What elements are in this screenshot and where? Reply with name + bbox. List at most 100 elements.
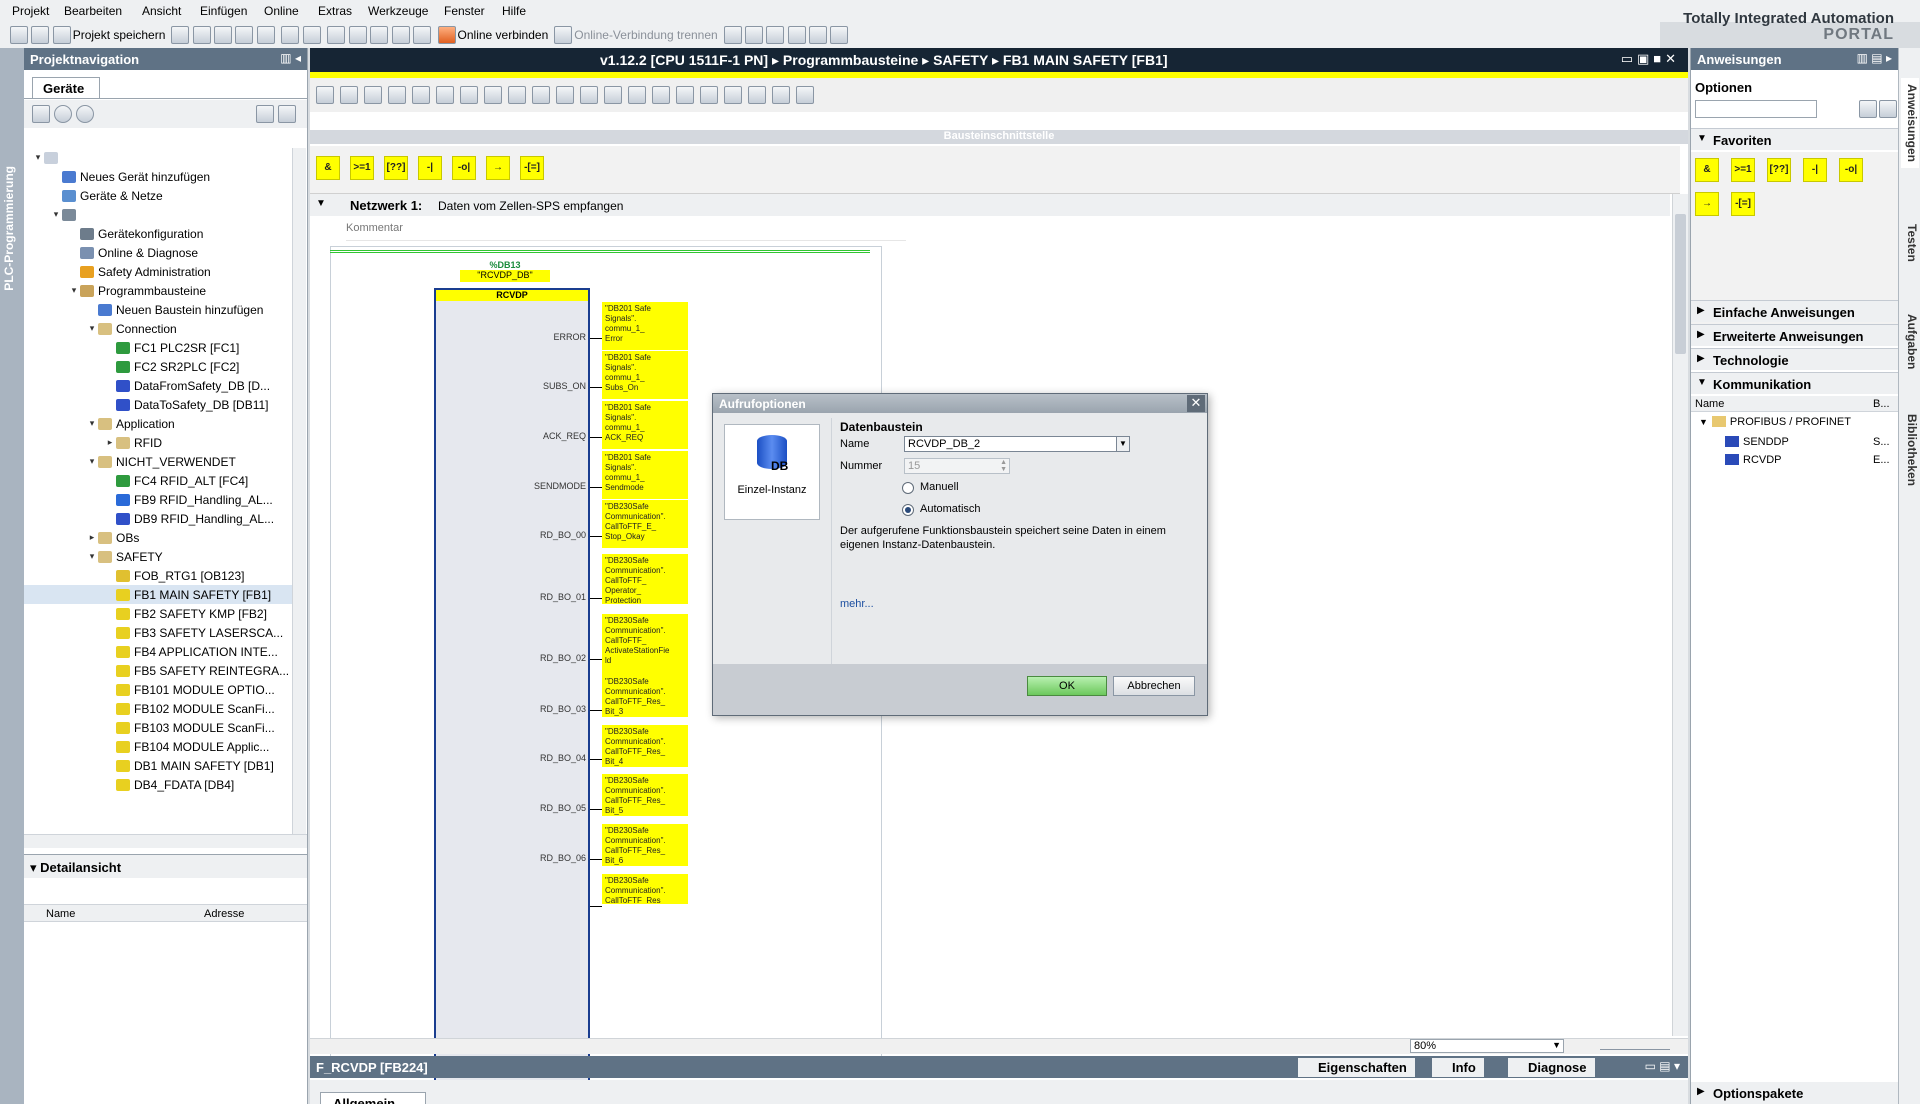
add-row-icon[interactable] [388,86,406,104]
tree-item[interactable]: DB4_FDATA [DB4] [24,775,294,794]
output-operand[interactable]: "DB230Safe Communication". CallToFTF_Res… [602,725,688,767]
network-comments-icon[interactable] [532,86,550,104]
tab-testing[interactable]: Testen [1901,218,1919,268]
section-communication[interactable]: ▼ Kommunikation [1691,372,1898,394]
tab-general[interactable]: Allgemein [320,1092,426,1104]
go-online-button[interactable]: Online verbinden [437,24,548,46]
network-collapse-icon[interactable]: ▼ [316,198,326,209]
tree-item[interactable]: DB1 MAIN SAFETY [DB1] [24,756,294,775]
insert-network-icon[interactable] [316,86,334,104]
chevron-down-icon[interactable]: ▼ [1116,436,1130,452]
tree-item[interactable]: Online & Diagnose [24,243,294,262]
accessible-devices-icon[interactable] [723,26,742,44]
section-basic[interactable]: ▶ Einfache Anweisungen [1691,300,1898,322]
breadcrumb-blocks[interactable]: Programmbausteine [783,52,918,68]
tree-item[interactable]: FB5 SAFETY REINTEGRA... [24,661,294,680]
tree-item[interactable]: Gerätekonfiguration [24,224,294,243]
favorite-instruction-button[interactable]: -o| [1839,158,1863,182]
radio-automatic[interactable] [902,504,914,516]
compile-icon[interactable] [327,26,346,44]
number-stepper-icon[interactable]: ▲ ▼ [1000,459,1007,473]
instructions-controls[interactable]: ▥ ▤ ▸ [1857,51,1892,65]
insert-row-icon[interactable] [364,86,382,104]
tree-item[interactable]: FB2 SAFETY KMP [FB2] [24,604,294,623]
tab-diagnostics[interactable]: Diagnose [1508,1058,1595,1077]
network-comment[interactable]: Kommentar [346,222,403,234]
cut-icon[interactable] [192,26,211,44]
save-project-button[interactable]: Projekt speichern [52,24,165,46]
go-to-error-icon[interactable] [580,86,598,104]
radio-manual[interactable] [902,482,914,494]
tree-toggle-icon[interactable]: ▾ [86,323,98,334]
section-extended[interactable]: ▶ Erweiterte Anweisungen [1691,324,1898,346]
favorite-instruction-button[interactable]: -| [418,156,442,180]
favorite-instruction-button[interactable]: [??] [384,156,408,180]
overview-icon[interactable] [256,105,274,123]
delete-icon[interactable] [256,26,275,44]
tree-toggle-icon[interactable]: ▾ [50,209,62,220]
favorite-instruction-button[interactable]: [??] [1767,158,1791,182]
tree-item[interactable]: FOB_RTG1 [OB123] [24,566,294,585]
options-search-input[interactable] [1695,100,1817,118]
favorite-instruction-button[interactable]: -[=] [520,156,544,180]
favorite-instruction-button[interactable]: -| [1803,158,1827,182]
previous-error-icon[interactable] [604,86,622,104]
tab-properties[interactable]: Eigenschaften [1298,1058,1415,1077]
split-vertical-icon[interactable] [830,26,849,44]
tree-item[interactable]: FB3 SAFETY LASERSCA... [24,623,294,642]
detail-col-name[interactable]: Name [46,908,75,920]
output-operand[interactable]: "DB230Safe Communication". CallToFTF_Res… [602,675,688,717]
undo-icon[interactable] [281,26,300,44]
menu-bearbeiten[interactable]: Bearbeiten [64,4,122,18]
simulation-icon[interactable] [391,26,410,44]
more-link[interactable]: mehr... [840,598,874,610]
paste-icon[interactable] [235,26,254,44]
collapse-networks-icon[interactable] [484,86,502,104]
detail-col-address[interactable]: Adresse [204,908,244,920]
breadcrumb-fb1[interactable]: FB1 MAIN SAFETY [FB1] [1003,52,1168,68]
tab-info[interactable]: Info [1432,1058,1484,1077]
detail-view-header[interactable]: ▾ Detailansicht [24,854,307,878]
output-operand[interactable]: "DB230Safe Communication". CallToFTF_Res… [602,774,688,816]
zoom-slider[interactable] [1600,1042,1670,1050]
tree-item[interactable]: ▾ Connection [24,319,294,338]
menu-projekt[interactable]: Projekt [12,4,49,18]
output-operand[interactable]: "DB201 Safe Signals". commu_1_ Sendmode [602,451,688,499]
network-title[interactable]: Daten vom Zellen-SPS empfangen [438,199,623,213]
tree-item[interactable]: ▾ SAFETY [24,547,294,566]
favorite-instruction-button[interactable]: -[=] [1731,192,1755,216]
tree-item[interactable]: ▸ OBs [24,528,294,547]
favorites-icon[interactable] [436,86,454,104]
favorite-instruction-button[interactable]: >=1 [1731,158,1755,182]
breakpoint-icon[interactable] [676,86,694,104]
tree-item[interactable]: ▾ [24,205,294,224]
tree-item[interactable]: FB1 MAIN SAFETY [FB1] [24,585,294,604]
tree-item[interactable]: ▾ Programmbausteine [24,281,294,300]
zoom-dropdown-icon[interactable]: ▼ [1552,1040,1561,1050]
tree-item[interactable]: FB104 MODULE Applic... [24,737,294,756]
tree-item[interactable]: DataFromSafety_DB [D... [24,376,294,395]
absolute-operand-icon[interactable] [412,86,430,104]
network-header[interactable]: ▼ Netzwerk 1: Daten vom Zellen-SPS empfa… [310,194,1670,216]
tree-item[interactable]: FC4 RFID_ALT [FC4] [24,471,294,490]
tree-item[interactable]: FC2 SR2PLC [FC2] [24,357,294,376]
tree-item[interactable]: FB101 MODULE OPTIO... [24,680,294,699]
options-view-icon[interactable] [1859,100,1877,118]
output-operand[interactable]: "DB201 Safe Signals". commu_1_ Subs_On [602,351,688,399]
start-simulation-icon[interactable] [412,26,431,44]
close-all-icon[interactable] [787,26,806,44]
menu-fenster[interactable]: Fenster [444,4,485,18]
tree-horizontal-scrollbar[interactable] [24,834,307,848]
output-operand[interactable]: "DB230Safe Communication". CallToFTF_ Op… [602,554,688,604]
comm-tree-item[interactable]: RCVDP E... [1691,450,1898,469]
copy-icon[interactable] [214,26,233,44]
split-view-icon[interactable] [766,26,785,44]
tree-item[interactable]: Neuen Baustein hinzufügen [24,300,294,319]
inspector-controls[interactable]: ▭ ▤ ▾ [1645,1059,1680,1073]
db-name-input[interactable]: RCVDP_DB_2 ▼ [904,436,1130,452]
section-option-packages[interactable]: ▶ Optionspakete [1691,1082,1898,1104]
menu-extras[interactable]: Extras [318,4,352,18]
delete-network-icon[interactable] [340,86,358,104]
monitor-icon[interactable] [628,86,646,104]
modify-icon[interactable] [652,86,670,104]
